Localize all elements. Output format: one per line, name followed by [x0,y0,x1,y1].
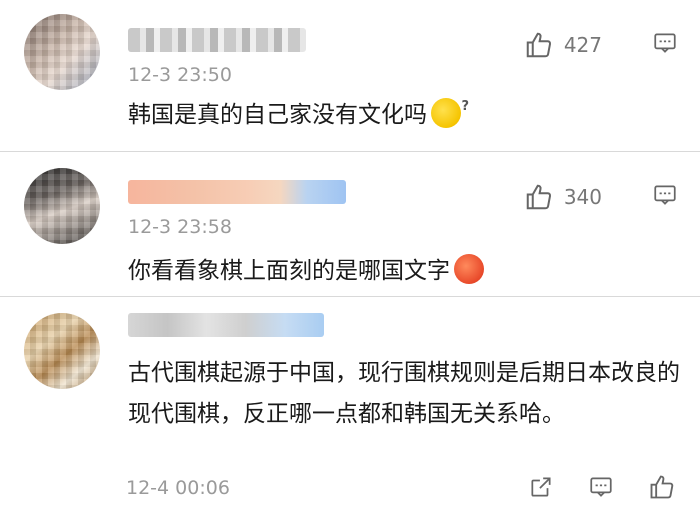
like-button[interactable]: 427 [524,30,602,60]
like-button[interactable]: 340 [524,182,602,212]
sweat-smile-icon [431,88,469,128]
thumbs-up-icon [526,32,551,58]
reply-button[interactable] [652,182,678,212]
comment-icon [654,33,676,53]
share-icon[interactable] [528,474,554,500]
username-blurred[interactable] [128,313,324,337]
avatar[interactable] [24,168,100,244]
like-count: 340 [563,185,602,209]
comment-item: 12-3 23:50 427 韩国是真的自己家没有文化吗 [0,0,700,152]
thumbs-up-icon [526,184,551,210]
comment-time: 12-4 00:06 [126,477,230,499]
comment-text: 你看看象棋上面刻的是哪国文字 [128,252,680,290]
angry-face-icon [454,254,484,284]
username-blurred[interactable] [128,28,306,52]
comment-text: 韩国是真的自己家没有文化吗 [128,88,680,134]
username-blurred[interactable] [128,180,346,204]
comment-time: 12-3 23:50 [128,64,232,86]
comment-icon [654,185,676,205]
comment-text: 古代围棋起源于中国，现行围棋规则是后期日本改良的现代围棋，反正哪一点都和韩国无关… [128,360,680,427]
reply-button[interactable] [652,30,678,60]
avatar[interactable] [24,313,100,389]
thumbs-up-icon[interactable] [648,473,676,501]
comment-time: 12-3 23:58 [128,216,232,238]
comment-item: 12-3 23:58 340 你看看象棋上面刻的是哪国文字 [0,152,700,297]
like-count: 427 [563,33,602,57]
avatar[interactable] [24,14,100,90]
comment-icon[interactable] [588,474,614,500]
comment-actions [528,473,676,501]
comment-item: 古代围棋起源于中国，现行围棋规则是后期日本改良的现代围棋，反正哪一点都和韩国无关… [0,297,700,514]
